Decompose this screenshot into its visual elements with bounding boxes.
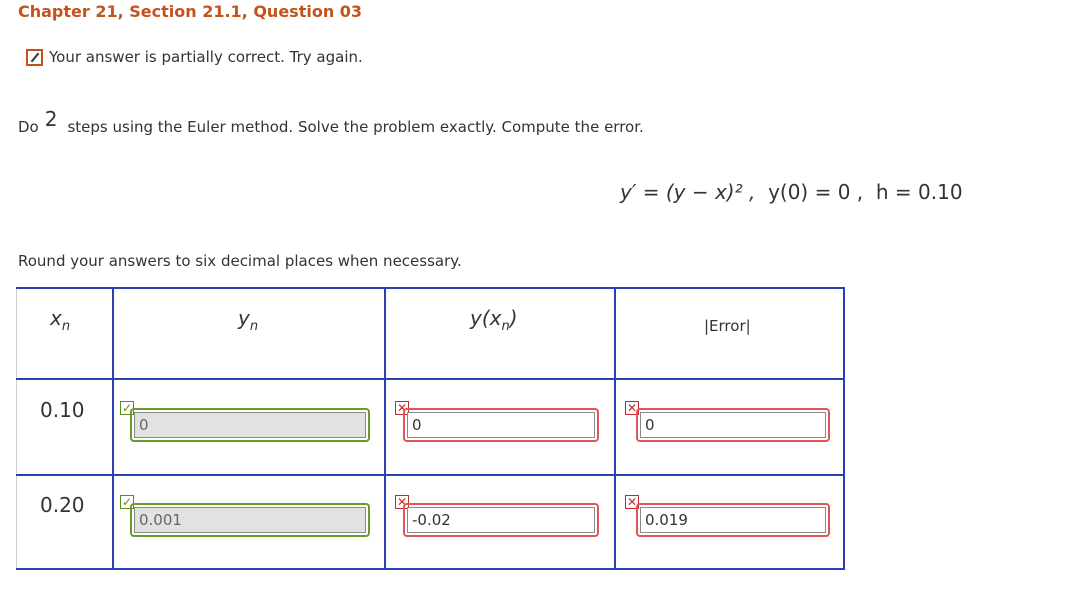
row-1-yx-input[interactable] [407, 412, 595, 438]
problem-text: steps using the Euler method. Solve the … [67, 118, 644, 136]
table-border-top [16, 287, 844, 289]
row-2-yn-input[interactable] [134, 507, 366, 533]
header-yn: yn [238, 306, 259, 334]
row-2-yx-wrapper [403, 503, 599, 537]
table-border-bottom [16, 568, 844, 570]
header-xn: xn [50, 306, 71, 334]
status-message: Your answer is partially correct. Try ag… [49, 48, 363, 66]
row-1-yn-input[interactable] [134, 412, 366, 438]
row-2-error-input[interactable] [640, 507, 826, 533]
table-divider-header [16, 378, 844, 380]
problem-statement: Do 2 steps using the Euler method. Solve t… [18, 107, 644, 137]
row-1-yx-wrapper [403, 408, 599, 442]
problem-prefix: Do [18, 118, 39, 136]
row-2-xn: 0.20 [40, 493, 85, 517]
initial-condition: y(0) = 0 , [768, 180, 864, 204]
question-title: Chapter 21, Section 21.1, Question 03 [18, 2, 363, 21]
table-col-divider-2 [384, 287, 386, 570]
row-1-error-wrapper [636, 408, 830, 442]
rounding-instruction: Round your answers to six decimal places… [18, 252, 462, 270]
row-2-error-wrapper [636, 503, 830, 537]
step-count: 2 [44, 107, 58, 131]
table-divider-row [16, 474, 844, 476]
table-col-divider-1 [112, 287, 114, 570]
row-1-error-input[interactable] [640, 412, 826, 438]
row-2-yn-wrapper [130, 503, 370, 537]
header-y-of-xn: y(xn) [470, 306, 518, 334]
answer-status: Your answer is partially correct. Try ag… [26, 46, 363, 68]
pencil-icon [26, 48, 43, 66]
row-1-xn: 0.10 [40, 398, 85, 422]
header-error: |Error| [704, 317, 751, 335]
row-1-yn-wrapper [130, 408, 370, 442]
ode-expression: y′ = (y − x)² , [620, 180, 756, 204]
step-size: h = 0.10 [875, 180, 963, 204]
row-2-yx-input[interactable] [407, 507, 595, 533]
table-col-divider-4 [843, 287, 845, 570]
ode-equation: y′ = (y − x)² , y(0) = 0 , h = 0.10 [620, 180, 963, 204]
table-col-divider-3 [614, 287, 616, 570]
